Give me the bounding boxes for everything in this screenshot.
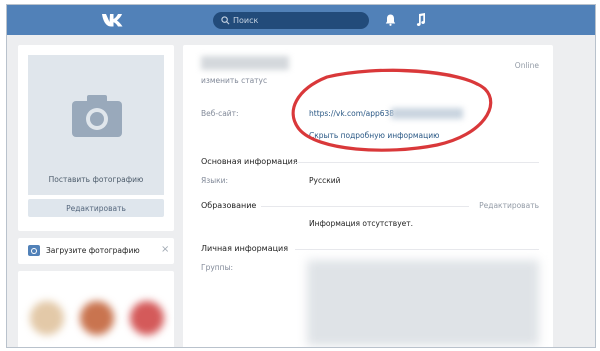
personal-info-title: Личная информация	[201, 244, 289, 253]
camera-small-icon	[28, 245, 40, 256]
set-photo-label[interactable]: Поставить фотографию	[28, 175, 164, 184]
groups-label: Группы:	[201, 263, 234, 272]
avatar[interactable]	[130, 301, 164, 335]
website-link-blurred	[391, 108, 463, 119]
music-icon[interactable]	[415, 13, 426, 26]
section-divider	[295, 162, 539, 163]
camera-icon	[72, 95, 122, 137]
website-label: Веб-сайт:	[201, 109, 239, 118]
vk-logo-icon[interactable]	[101, 12, 127, 28]
profile-info-card: изменить статус Online Веб-сайт: https:/…	[183, 45, 553, 347]
education-edit-link[interactable]: Редактировать	[479, 201, 539, 210]
upload-photo-card: Загрузите фотографию ×	[18, 238, 174, 264]
profile-photo-card: Поставить фотографию Редактировать	[18, 45, 174, 231]
profile-name-blurred	[201, 56, 289, 70]
close-icon[interactable]: ×	[161, 245, 169, 255]
search-box[interactable]	[213, 12, 369, 29]
education-title: Образование	[201, 201, 257, 210]
bell-icon[interactable]	[385, 14, 396, 26]
change-status-link[interactable]: изменить статус	[201, 76, 267, 85]
languages-value: Русский	[309, 176, 341, 185]
website-link[interactable]: https://vk.com/app638	[309, 109, 394, 118]
languages-label: Языки:	[201, 176, 229, 185]
profile-photo-placeholder[interactable]: Поставить фотографию	[28, 55, 164, 195]
screenshot-frame: Поставить фотографию Редактировать Загру…	[6, 4, 596, 348]
edit-profile-button[interactable]: Редактировать	[28, 199, 164, 217]
education-empty-text: Информация отсутствует.	[309, 219, 414, 228]
search-input[interactable]	[233, 13, 353, 28]
avatar[interactable]	[80, 301, 114, 335]
section-divider	[261, 206, 469, 207]
upload-photo-link[interactable]: Загрузите фотографию	[46, 246, 140, 255]
basic-info-title: Основная информация	[201, 157, 298, 166]
online-status: Online	[514, 61, 539, 70]
friends-card	[18, 271, 174, 347]
avatar[interactable]	[30, 301, 64, 335]
groups-list-blurred	[307, 260, 539, 346]
top-header	[7, 5, 595, 35]
search-icon	[221, 16, 230, 25]
section-divider	[295, 249, 539, 250]
toggle-details-link[interactable]: Скрыть подробную информацию	[309, 131, 439, 140]
